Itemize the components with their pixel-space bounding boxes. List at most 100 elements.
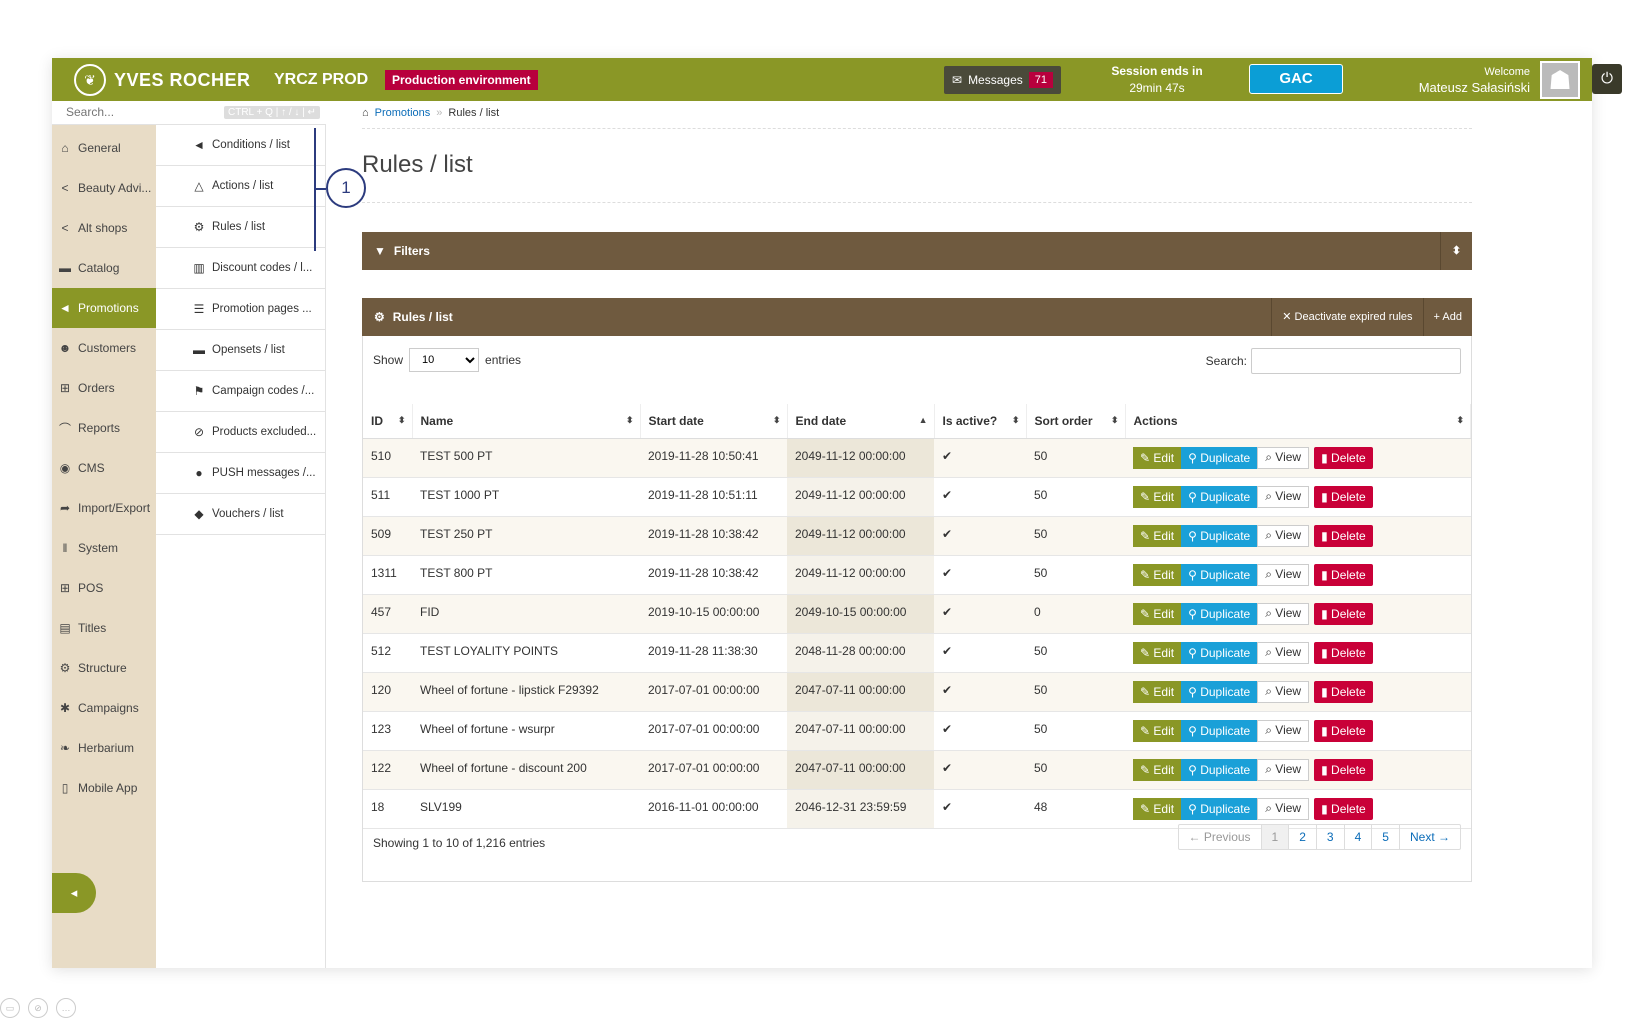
- edit-button[interactable]: ✎ Edit: [1133, 563, 1182, 586]
- duplicate-button[interactable]: ⚲ Duplicate: [1181, 680, 1258, 703]
- avatar[interactable]: ☗: [1540, 61, 1580, 99]
- more-icon[interactable]: …: [56, 998, 76, 1018]
- filters-panel-header[interactable]: ▼ Filters ⬍: [362, 232, 1472, 270]
- view-button[interactable]: ⌕ View: [1257, 524, 1310, 547]
- subnav-item[interactable]: ● PUSH messages /...: [156, 453, 325, 494]
- page-size-select[interactable]: 10: [409, 348, 480, 372]
- duplicate-button[interactable]: ⚲ Duplicate: [1181, 563, 1258, 586]
- nav-item-campaigns[interactable]: ✱ Campaigns: [52, 688, 156, 728]
- edit-button[interactable]: ✎ Edit: [1133, 680, 1182, 703]
- pager-page[interactable]: 5: [1371, 825, 1399, 849]
- nav-item-promotions[interactable]: ◄ Promotions: [52, 288, 156, 328]
- column-header[interactable]: Actions ⬍: [1125, 404, 1471, 439]
- delete-button[interactable]: ▮ Delete: [1314, 680, 1373, 703]
- mute-icon[interactable]: ⊘: [28, 998, 48, 1018]
- messages-button[interactable]: ✉ Messages 71: [944, 66, 1062, 94]
- subnav-item[interactable]: ⊘ Products excluded...: [156, 412, 325, 453]
- nav-item-customers[interactable]: ☻ Customers: [52, 328, 156, 368]
- duplicate-button[interactable]: ⚲ Duplicate: [1181, 602, 1258, 625]
- delete-button[interactable]: ▮ Delete: [1314, 524, 1373, 547]
- edit-button[interactable]: ✎ Edit: [1133, 524, 1182, 547]
- delete-button[interactable]: ▮ Delete: [1314, 641, 1373, 664]
- home-icon[interactable]: ⌂: [362, 107, 369, 119]
- view-button[interactable]: ⌕ View: [1257, 680, 1310, 703]
- nav-item-orders[interactable]: ⊞ Orders: [52, 368, 156, 408]
- pager-page[interactable]: 1: [1260, 825, 1289, 849]
- nav-item-structure[interactable]: ⚙ Structure: [52, 648, 156, 688]
- delete-button[interactable]: ▮ Delete: [1314, 719, 1373, 742]
- delete-button[interactable]: ▮ Delete: [1314, 797, 1373, 820]
- delete-button[interactable]: ▮ Delete: [1314, 563, 1373, 586]
- view-button[interactable]: ⌕ View: [1257, 758, 1310, 781]
- nav-item-beauty-advi[interactable]: < Beauty Advi...: [52, 168, 156, 208]
- column-header[interactable]: Name ⬍: [412, 404, 641, 439]
- subnav-item[interactable]: △ Actions / list: [156, 166, 325, 207]
- subnav-item[interactable]: ⚙ Rules / list: [156, 207, 325, 248]
- column-header[interactable]: Is active? ⬍: [934, 404, 1027, 439]
- nav-item-mobile-app[interactable]: ▯ Mobile App: [52, 768, 156, 808]
- view-button[interactable]: ⌕ View: [1257, 563, 1310, 586]
- gac-button[interactable]: GAC: [1249, 64, 1343, 94]
- nav-item-general[interactable]: ⌂ General: [52, 128, 156, 168]
- duplicate-button[interactable]: ⚲ Duplicate: [1181, 758, 1258, 781]
- view-button[interactable]: ⌕ View: [1257, 602, 1310, 625]
- nav-item-titles[interactable]: ▤ Titles: [52, 608, 156, 648]
- pager-page[interactable]: 2: [1288, 825, 1316, 849]
- nav-item-system[interactable]: ‖ System: [52, 528, 156, 568]
- view-button[interactable]: ⌕ View: [1257, 485, 1310, 508]
- duplicate-button[interactable]: ⚲ Duplicate: [1181, 524, 1258, 547]
- edit-button[interactable]: ✎ Edit: [1133, 485, 1182, 508]
- subnav-item[interactable]: ▬ Opensets / list: [156, 330, 325, 371]
- add-rule-button[interactable]: + Add: [1422, 298, 1472, 336]
- delete-button[interactable]: ▮ Delete: [1314, 485, 1373, 508]
- table-search-input[interactable]: [1251, 348, 1461, 374]
- duplicate-button[interactable]: ⚲ Duplicate: [1181, 719, 1258, 742]
- duplicate-button[interactable]: ⚲ Duplicate: [1181, 446, 1258, 469]
- view-button[interactable]: ⌕ View: [1257, 641, 1310, 664]
- logout-button[interactable]: ⏻: [1592, 64, 1622, 94]
- duplicate-button[interactable]: ⚲ Duplicate: [1181, 797, 1258, 820]
- nav-item-reports[interactable]: ⌒ Reports: [52, 408, 156, 448]
- delete-button[interactable]: ▮ Delete: [1314, 602, 1373, 625]
- column-header[interactable]: Start date ⬍: [640, 404, 788, 439]
- nav-item-herbarium[interactable]: ❧ Herbarium: [52, 728, 156, 768]
- sort-toggle-icon[interactable]: ⬍: [1440, 232, 1472, 270]
- duplicate-button[interactable]: ⚲ Duplicate: [1181, 641, 1258, 664]
- subnav-item[interactable]: ◄ Conditions / list: [156, 125, 325, 166]
- view-button[interactable]: ⌕ View: [1257, 797, 1310, 820]
- nav-item-import-export[interactable]: ➦ Import/Export: [52, 488, 156, 528]
- brand-logo[interactable]: ❦ YVES ROCHER: [74, 64, 251, 96]
- cell-id: 122: [363, 750, 412, 790]
- duplicate-button[interactable]: ⚲ Duplicate: [1181, 485, 1258, 508]
- edit-button[interactable]: ✎ Edit: [1133, 758, 1182, 781]
- subnav-item[interactable]: ◆ Vouchers / list: [156, 494, 325, 535]
- delete-button[interactable]: ▮ Delete: [1314, 758, 1373, 781]
- subnav-item[interactable]: ☰ Promotion pages ...: [156, 289, 325, 330]
- nav-item-catalog[interactable]: ▬ Catalog: [52, 248, 156, 288]
- deactivate-expired-button[interactable]: ✕ Deactivate expired rules: [1271, 298, 1422, 336]
- subnav-item[interactable]: ▥ Discount codes / l...: [156, 248, 325, 289]
- edit-button[interactable]: ✎ Edit: [1133, 602, 1182, 625]
- column-header[interactable]: End date ▲: [787, 404, 935, 439]
- edit-button[interactable]: ✎ Edit: [1133, 641, 1182, 664]
- nav-item-alt-shops[interactable]: < Alt shops: [52, 208, 156, 248]
- pager-next[interactable]: Next →: [1398, 825, 1460, 849]
- breadcrumb-promotions[interactable]: Promotions: [375, 107, 431, 119]
- column-header[interactable]: Sort order ⬍: [1026, 404, 1126, 439]
- fullscreen-icon[interactable]: ▭: [0, 998, 20, 1018]
- pager-page[interactable]: 3: [1315, 825, 1344, 849]
- edit-button[interactable]: ✎ Edit: [1133, 446, 1182, 469]
- view-button[interactable]: ⌕ View: [1257, 446, 1310, 469]
- nav-item-pos[interactable]: ⊞ POS: [52, 568, 156, 608]
- view-button[interactable]: ⌕ View: [1257, 719, 1310, 742]
- pager-page[interactable]: 4: [1343, 825, 1372, 849]
- edit-button[interactable]: ✎ Edit: [1133, 719, 1182, 742]
- nav-item-cms[interactable]: ◉ CMS: [52, 448, 156, 488]
- collapse-sidebar-button[interactable]: ◂: [52, 873, 96, 913]
- pager-previous[interactable]: ← Previous: [1179, 825, 1261, 849]
- column-header[interactable]: ID ⬍: [363, 404, 413, 439]
- edit-button[interactable]: ✎ Edit: [1133, 797, 1182, 820]
- menu-search-input[interactable]: [52, 101, 202, 123]
- subnav-item[interactable]: ⚑ Campaign codes /...: [156, 371, 325, 412]
- delete-button[interactable]: ▮ Delete: [1314, 446, 1373, 469]
